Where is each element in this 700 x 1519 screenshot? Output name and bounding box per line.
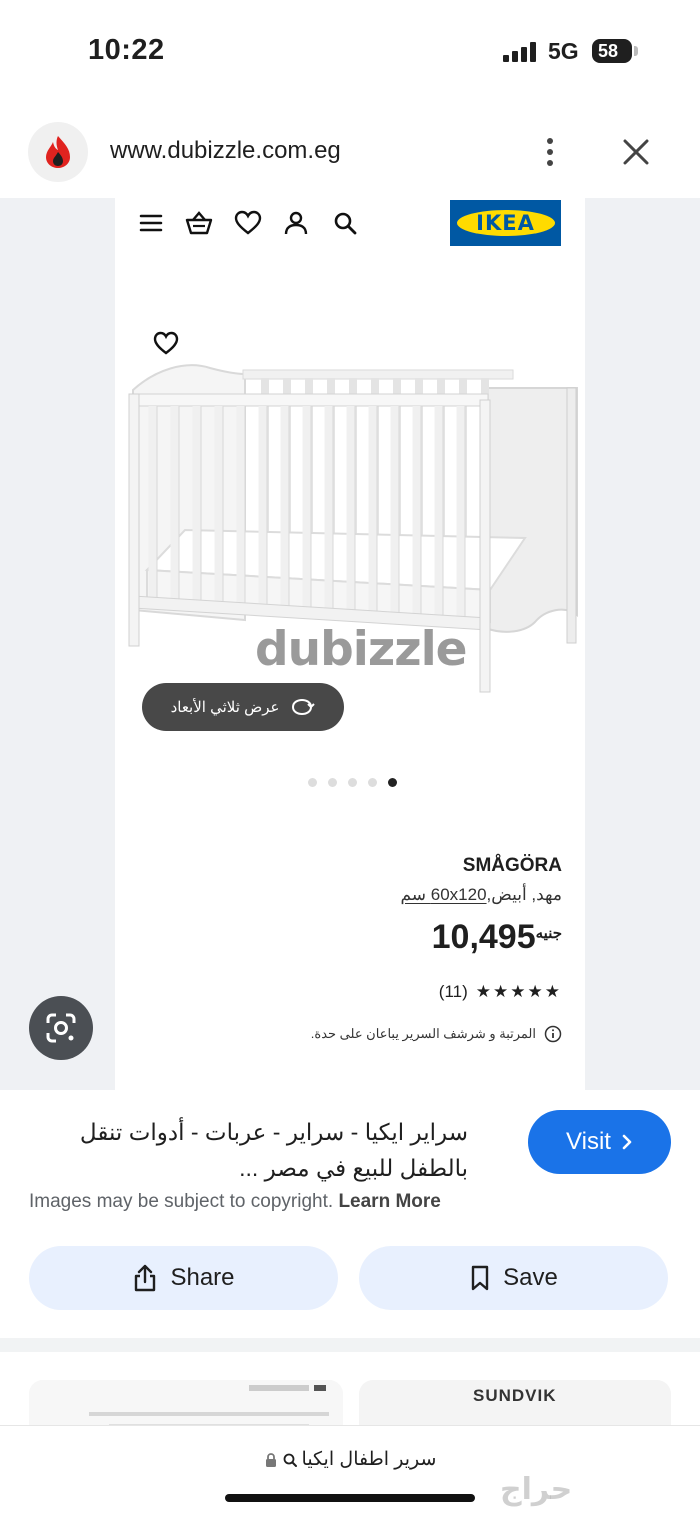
info-icon [544,1025,562,1043]
learn-more-link[interactable]: Learn More [338,1191,440,1212]
save-button[interactable]: Save [359,1246,668,1310]
star-rating-icon: ★★★★★ [475,982,562,1001]
search-query[interactable]: سرير اطفال ايكيا [0,1448,700,1471]
ikea-logo: IKEA [450,200,561,246]
ikea-logo-text: IKEA [456,210,555,236]
bookmark-icon [471,1265,489,1291]
url-text[interactable]: www.dubizzle.com.eg [110,137,341,165]
network-type: 5G [548,38,579,64]
rotate-3d-icon [292,698,316,716]
close-icon[interactable] [618,134,654,170]
search-icon [283,1453,297,1467]
dubizzle-flame-icon[interactable] [28,122,88,182]
signal-icon [503,42,536,62]
visit-label: Visit [566,1128,611,1155]
currency-label: جنيه [535,925,562,942]
favorite-heart-icon [153,331,179,355]
result-title[interactable]: سراير ايكيا - سراير - عربات - أدوات تنقل… [28,1114,468,1186]
dubizzle-watermark: dubizzle [255,622,468,677]
share-icon [135,1264,156,1292]
product-price: جنيه 10,495 [432,918,562,957]
price-value: 10,495 [431,918,536,956]
user-icon [284,211,308,235]
product-size: 60x120 سم [400,885,487,904]
section-divider [0,1338,700,1352]
note-text: المرتبة و شرشف السرير يباعان على حدة. [310,1026,536,1041]
basket-icon [185,211,213,235]
home-indicator[interactable] [225,1494,475,1502]
share-button[interactable]: Share [29,1246,338,1310]
share-label: Share [170,1264,235,1291]
product-description: مهد, أبيض,60x120 سم [400,885,562,905]
kebab-menu-icon[interactable] [537,136,563,168]
haraj-watermark: حراج [500,1472,573,1507]
product-note: المرتبة و شرشف السرير يباعان على حدة. [311,1025,562,1043]
visit-button[interactable]: Visit [528,1110,671,1174]
view-3d-label: عرض ثلاثي الأبعاد [170,699,280,716]
lock-icon [265,1452,276,1467]
search-icon [334,212,357,235]
carousel-dot[interactable] [328,778,337,787]
carousel-dot[interactable] [348,778,357,787]
bottom-search-bar [0,1425,700,1519]
save-label: Save [503,1264,558,1291]
carousel-dot[interactable] [308,778,317,787]
search-query-text: سرير اطفال ايكيا [301,1449,437,1470]
heart-icon [234,210,262,235]
carousel-dot[interactable] [368,778,377,787]
related-title: SUNDVIK [473,1386,557,1405]
product-name: SMÅGÖRA [462,855,562,876]
copyright-notice: Images may be subject to copyright. Lear… [29,1191,441,1213]
battery-icon: 58 [592,39,632,63]
review-count: (11) [438,982,468,1001]
google-lens-icon[interactable] [29,996,93,1060]
copyright-text: Images may be subject to copyright. [29,1191,334,1212]
hamburger-menu-icon [139,214,163,232]
carousel-dot[interactable] [388,778,397,787]
status-time: 10:22 [88,34,165,66]
chevron-right-icon [622,1134,632,1150]
rating: ★★★★★ (11) [439,982,562,1002]
battery-cap [634,46,638,56]
product-desc-prefix: مهد, أبيض, [486,885,562,904]
view-3d-button[interactable]: عرض ثلاثي الأبعاد [142,683,344,731]
